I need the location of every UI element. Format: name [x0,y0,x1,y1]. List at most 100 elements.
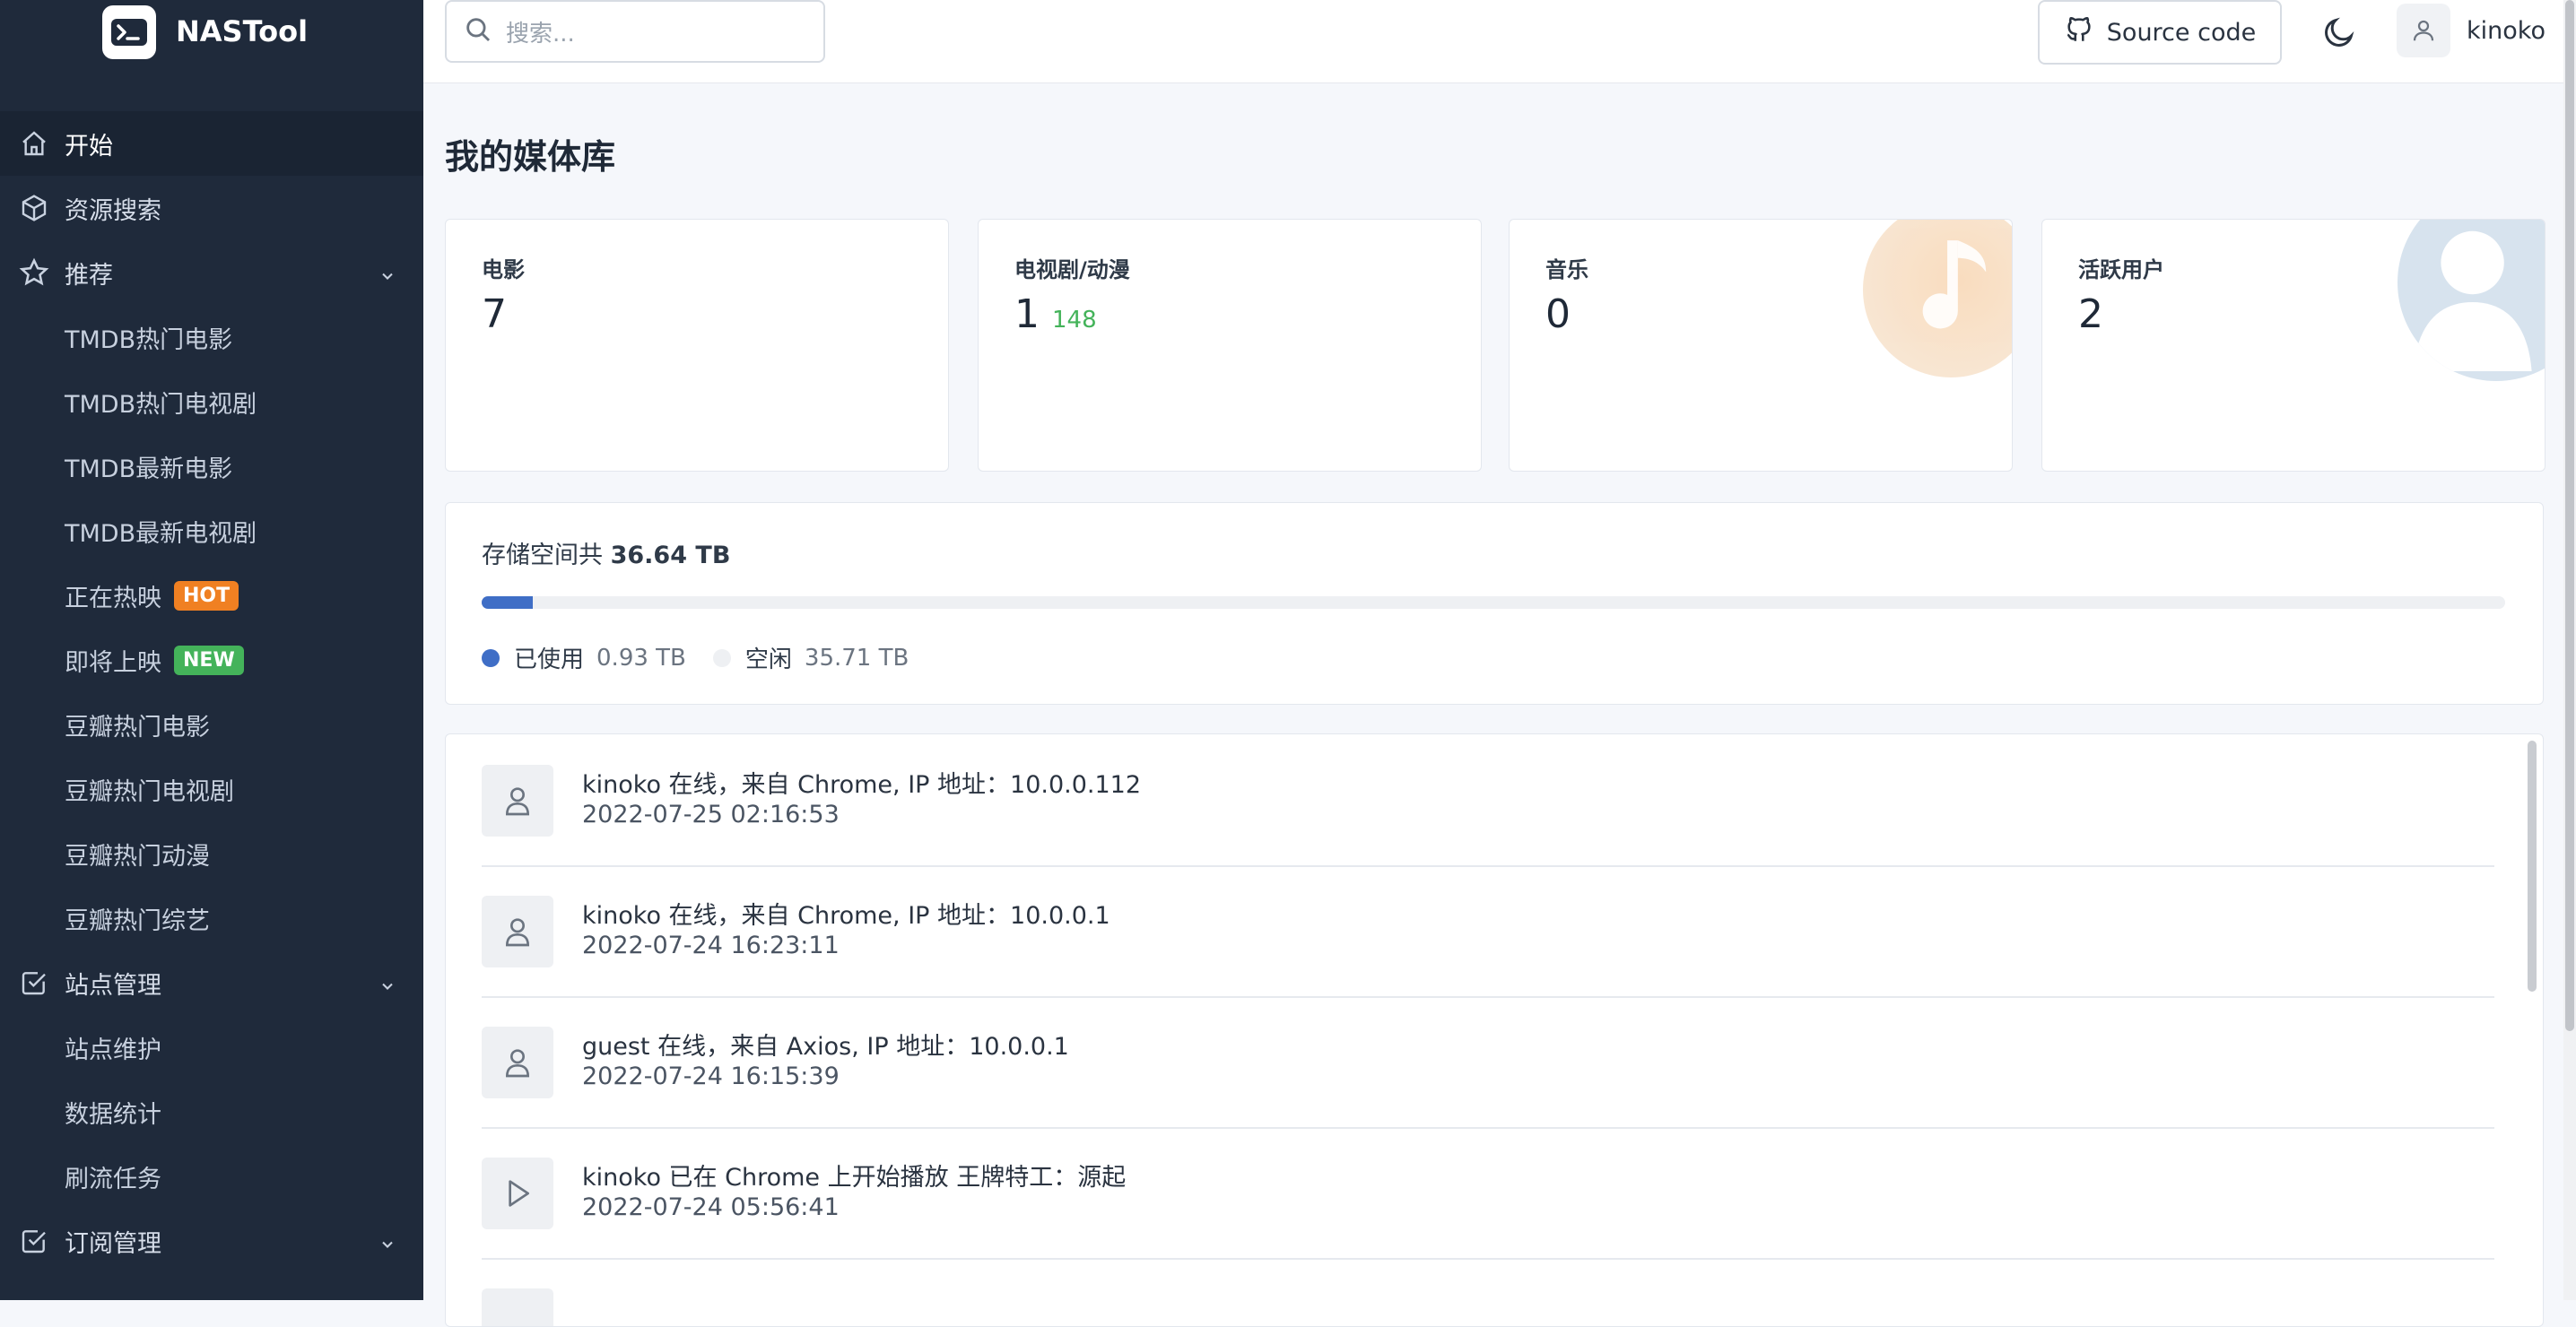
sidebar-item-label: 订阅管理 [65,1229,161,1258]
new-badge: NEW [174,645,244,675]
storage-legend: 已使用 0.93 TB 空闲 35.71 TB [482,641,936,674]
sidebar-item-douban-hot-anime[interactable]: 豆瓣热门动漫 [0,821,423,886]
sidebar-item-label: 豆瓣热门电影 [65,713,210,742]
activity-text: kinoko 在线，来自 Chrome, IP 地址：10.0.0.1 [582,902,1110,930]
sidebar-item-label: 即将上映 [65,648,161,677]
stat-value: 7 [482,291,507,337]
stat-label: 电影 [482,257,525,282]
storage-title: 存储空间共 36.64 TB [482,542,731,569]
play-icon [482,1158,553,1229]
app-title[interactable]: NASTool [176,14,308,48]
sidebar-item-label: 站点管理 [65,971,161,1000]
used-value: 0.93 TB [596,644,686,672]
sidebar-item-site-management[interactable]: 站点管理 [0,950,423,1015]
sidebar-item-label: 豆瓣热门电视剧 [65,777,234,806]
search-icon [463,14,493,48]
sidebar-item-label: 开始 [65,132,113,160]
page-scrollbar[interactable] [2565,0,2574,1031]
activity-item[interactable]: guest 在线，来自 Axios, IP 地址：10.0.0.1 2022-0… [482,996,2494,1129]
search-input[interactable]: 搜索... [445,0,825,63]
chevron-down-icon [379,974,396,1002]
sidebar-item-tmdb-new-movies[interactable]: TMDB最新电影 [0,434,423,499]
user-menu[interactable]: kinoko [2397,4,2546,57]
hot-badge: HOT [174,580,239,611]
stat-card-active-users[interactable]: 活跃用户 2 [2041,219,2546,472]
sidebar-item-site-maintenance[interactable]: 站点维护 [0,1015,423,1080]
activity-card: kinoko 在线，来自 Chrome, IP 地址：10.0.0.112 20… [445,733,2544,1327]
activity-text: kinoko 在线，来自 Chrome, IP 地址：10.0.0.112 [582,771,1142,799]
stat-label: 活跃用户 [2078,257,2164,282]
sidebar-item-coming-soon[interactable]: 即将上映 NEW [0,628,423,692]
source-code-label: Source code [2106,18,2257,47]
sidebar-item-label: 正在热映 [65,584,161,612]
sidebar-item-douban-hot-movies[interactable]: 豆瓣热门电影 [0,692,423,757]
free-dot-icon [712,648,731,667]
sidebar-item-label: 数据统计 [65,1100,161,1129]
sidebar: NASTool 开始 资源搜索 推荐 TMDB热门电影 TMDB热门电视剧 TM… [0,0,423,1300]
sidebar-item-brush-tasks[interactable]: 刷流任务 [0,1144,423,1209]
sidebar-item-douban-hot-tv[interactable]: 豆瓣热门电视剧 [0,757,423,821]
top-bar: 搜索... Source code kinoko [423,0,2576,83]
user-silhouette-icon [2398,220,2545,381]
username: kinoko [2467,16,2546,45]
sidebar-item-resource-search[interactable]: 资源搜索 [0,176,423,240]
activity-item[interactable]: kinoko 在线，来自 Chrome, IP 地址：10.0.0.112 20… [482,734,2494,867]
dark-mode-toggle-icon[interactable] [2321,14,2357,50]
free-label: 空闲 [744,646,792,673]
sidebar-item-label: TMDB热门电视剧 [65,390,257,419]
activity-time: 2022-07-25 02:16:53 [582,801,840,828]
checkbox-icon [18,967,50,999]
sidebar-item-start[interactable]: 开始 [0,111,423,176]
avatar [2397,4,2450,57]
activity-item[interactable]: kinoko 已在 Chrome 上开始播放 王牌特工：源起 2022-07-2… [482,1127,2494,1260]
used-label: 已使用 [514,646,585,673]
activity-time: 2022-07-24 16:15:39 [582,1062,840,1090]
stat-value: 2 [2078,291,2103,337]
sidebar-item-now-playing[interactable]: 正在热映 HOT [0,563,423,628]
activity-text: guest 在线，来自 Axios, IP 地址：10.0.0.1 [582,1033,1069,1061]
user-icon [482,896,553,967]
sidebar-item-label: 豆瓣热门综艺 [65,906,210,935]
activity-item[interactable]: kinoko 在线，来自 Chrome, IP 地址：10.0.0.1 2022… [482,865,2494,998]
sidebar-nav: 开始 资源搜索 推荐 TMDB热门电影 TMDB热门电视剧 TMDB最新电影 T… [0,111,423,1273]
stat-label: 音乐 [1545,257,1588,282]
stat-label: 电视剧/动漫 [1014,257,1130,282]
sidebar-item-label: 站点维护 [65,1036,161,1064]
activity-time: 2022-07-24 05:56:41 [582,1193,840,1221]
sidebar-item-recommend[interactable]: 推荐 [0,240,423,305]
sidebar-item-label: 推荐 [65,261,113,290]
sidebar-item-tmdb-hot-tv[interactable]: TMDB热门电视剧 [0,369,423,434]
stat-value: 1 148 [1014,291,1097,337]
stat-card-music[interactable]: 音乐 0 [1509,219,2013,472]
sidebar-item-subscription[interactable]: 订阅管理 [0,1209,423,1273]
cube-icon [18,192,50,224]
stat-card-tv[interactable]: 电视剧/动漫 1 148 [978,219,1482,472]
activity-item[interactable] [482,1258,2494,1326]
app-logo-icon[interactable] [102,5,156,59]
page-title: 我的媒体库 [445,137,616,177]
stat-value: 0 [1545,291,1571,337]
source-code-button[interactable]: Source code [2038,0,2282,65]
star-icon [18,256,50,289]
activity-text: kinoko 已在 Chrome 上开始播放 王牌特工：源起 [582,1164,1127,1192]
sidebar-item-tmdb-new-tv[interactable]: TMDB最新电视剧 [0,499,423,563]
storage-total: 36.64 TB [610,542,731,569]
chevron-down-icon [379,1232,396,1260]
music-note-icon [1863,220,2012,377]
user-icon [482,765,553,837]
chevron-down-icon [379,264,396,291]
search-placeholder: 搜索... [506,20,575,48]
activity-scrollbar[interactable] [2528,741,2537,992]
sidebar-item-tmdb-hot-movies[interactable]: TMDB热门电影 [0,305,423,369]
play-icon [482,1288,553,1326]
sidebar-item-statistics[interactable]: 数据统计 [0,1080,423,1144]
stat-card-movies[interactable]: 电影 7 [445,219,949,472]
free-value: 35.71 TB [804,644,909,672]
sidebar-item-label: TMDB最新电视剧 [65,519,257,548]
storage-progress-bar [482,596,2505,609]
sidebar-item-label: TMDB最新电影 [65,455,233,483]
sidebar-item-label: TMDB热门电影 [65,325,233,354]
sidebar-item-label: 豆瓣热门动漫 [65,842,210,871]
sidebar-item-douban-hot-variety[interactable]: 豆瓣热门综艺 [0,886,423,950]
sidebar-item-label: 资源搜索 [65,196,161,225]
